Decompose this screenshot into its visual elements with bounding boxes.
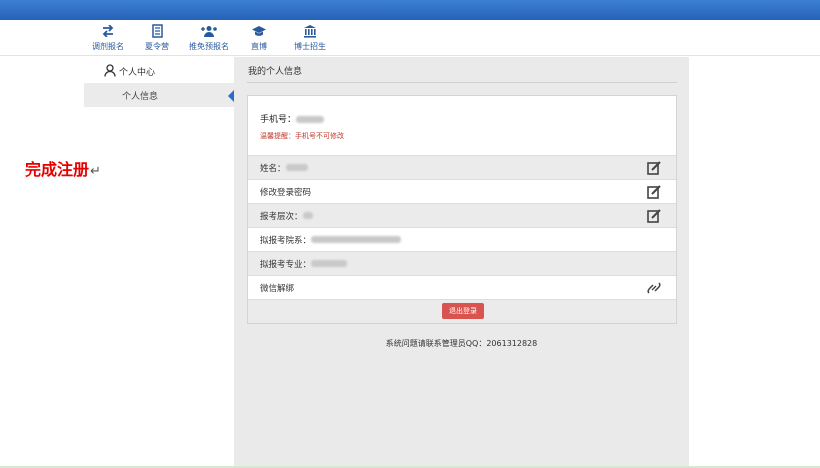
edit-icon[interactable]	[646, 208, 662, 224]
nav-item-phd-admission[interactable]: 博士招生	[280, 23, 340, 52]
row-label: 微信解绑	[260, 283, 295, 294]
row-department: 拟报考院系：	[248, 227, 676, 251]
row-label: 姓名：	[260, 163, 286, 174]
row-label: 拟报考专业：	[260, 259, 312, 270]
redacted-value	[285, 164, 308, 171]
phone-row: 手机号： 温馨提醒：手机号不可修改	[248, 96, 676, 155]
sidebar-item-personal-info[interactable]: 个人信息	[84, 83, 234, 107]
redacted-value	[296, 116, 325, 123]
top-nav: 调剂报名 夏令营 推免预报名 直博 博士招生	[0, 20, 820, 56]
main-panel: 我的个人信息 手机号： 温馨提醒：手机号不可修改 姓名： 修改登录密码 报考层次…	[234, 57, 689, 468]
annotation-text: 完成注册	[25, 160, 90, 179]
divider	[247, 82, 677, 83]
document-icon	[127, 23, 187, 39]
info-card: 手机号： 温馨提醒：手机号不可修改 姓名： 修改登录密码 报考层次： 拟报考院系…	[247, 95, 677, 324]
support-footer: 系统问题请联系管理员QQ：2061312828	[385, 339, 538, 348]
nav-item-label: 夏令营	[145, 42, 169, 51]
sidebar-title: 个人中心	[119, 67, 156, 78]
button-row: 退出登录	[248, 299, 676, 323]
top-header-bar	[0, 0, 820, 20]
edit-icon[interactable]	[646, 160, 662, 176]
user-icon	[104, 62, 116, 81]
redacted-value	[311, 236, 402, 243]
row-label: 报考层次：	[260, 211, 303, 222]
nav-item-label: 博士招生	[294, 42, 326, 51]
unlink-icon[interactable]	[646, 280, 662, 296]
institution-icon	[280, 23, 340, 39]
sidebar-header: 个人中心	[104, 63, 155, 79]
redacted-value	[311, 260, 348, 267]
redacted-value	[302, 212, 313, 219]
row-major: 拟报考专业：	[248, 251, 676, 275]
sidebar-item-label: 个人信息	[122, 91, 159, 102]
annotation-note: 完成注册↵	[25, 156, 101, 180]
row-level: 报考层次：	[248, 203, 676, 227]
row-change-password: 修改登录密码	[248, 179, 676, 203]
row-label: 修改登录密码	[260, 187, 312, 198]
return-glyph: ↵	[90, 164, 101, 179]
row-wechat-unbind: 微信解绑	[248, 275, 676, 299]
row-label: 拟报考院系：	[260, 235, 312, 246]
phone-label: 手机号：	[260, 112, 325, 125]
page-title: 我的个人信息	[248, 67, 303, 77]
sidebar: 个人中心 个人信息	[84, 57, 234, 468]
phone-tip: 温馨提醒：手机号不可修改	[260, 132, 344, 140]
row-name: 姓名：	[248, 155, 676, 179]
logout-button[interactable]: 退出登录	[442, 303, 484, 319]
nav-item-summer-camp[interactable]: 夏令营	[127, 23, 187, 52]
edit-icon[interactable]	[646, 184, 662, 200]
